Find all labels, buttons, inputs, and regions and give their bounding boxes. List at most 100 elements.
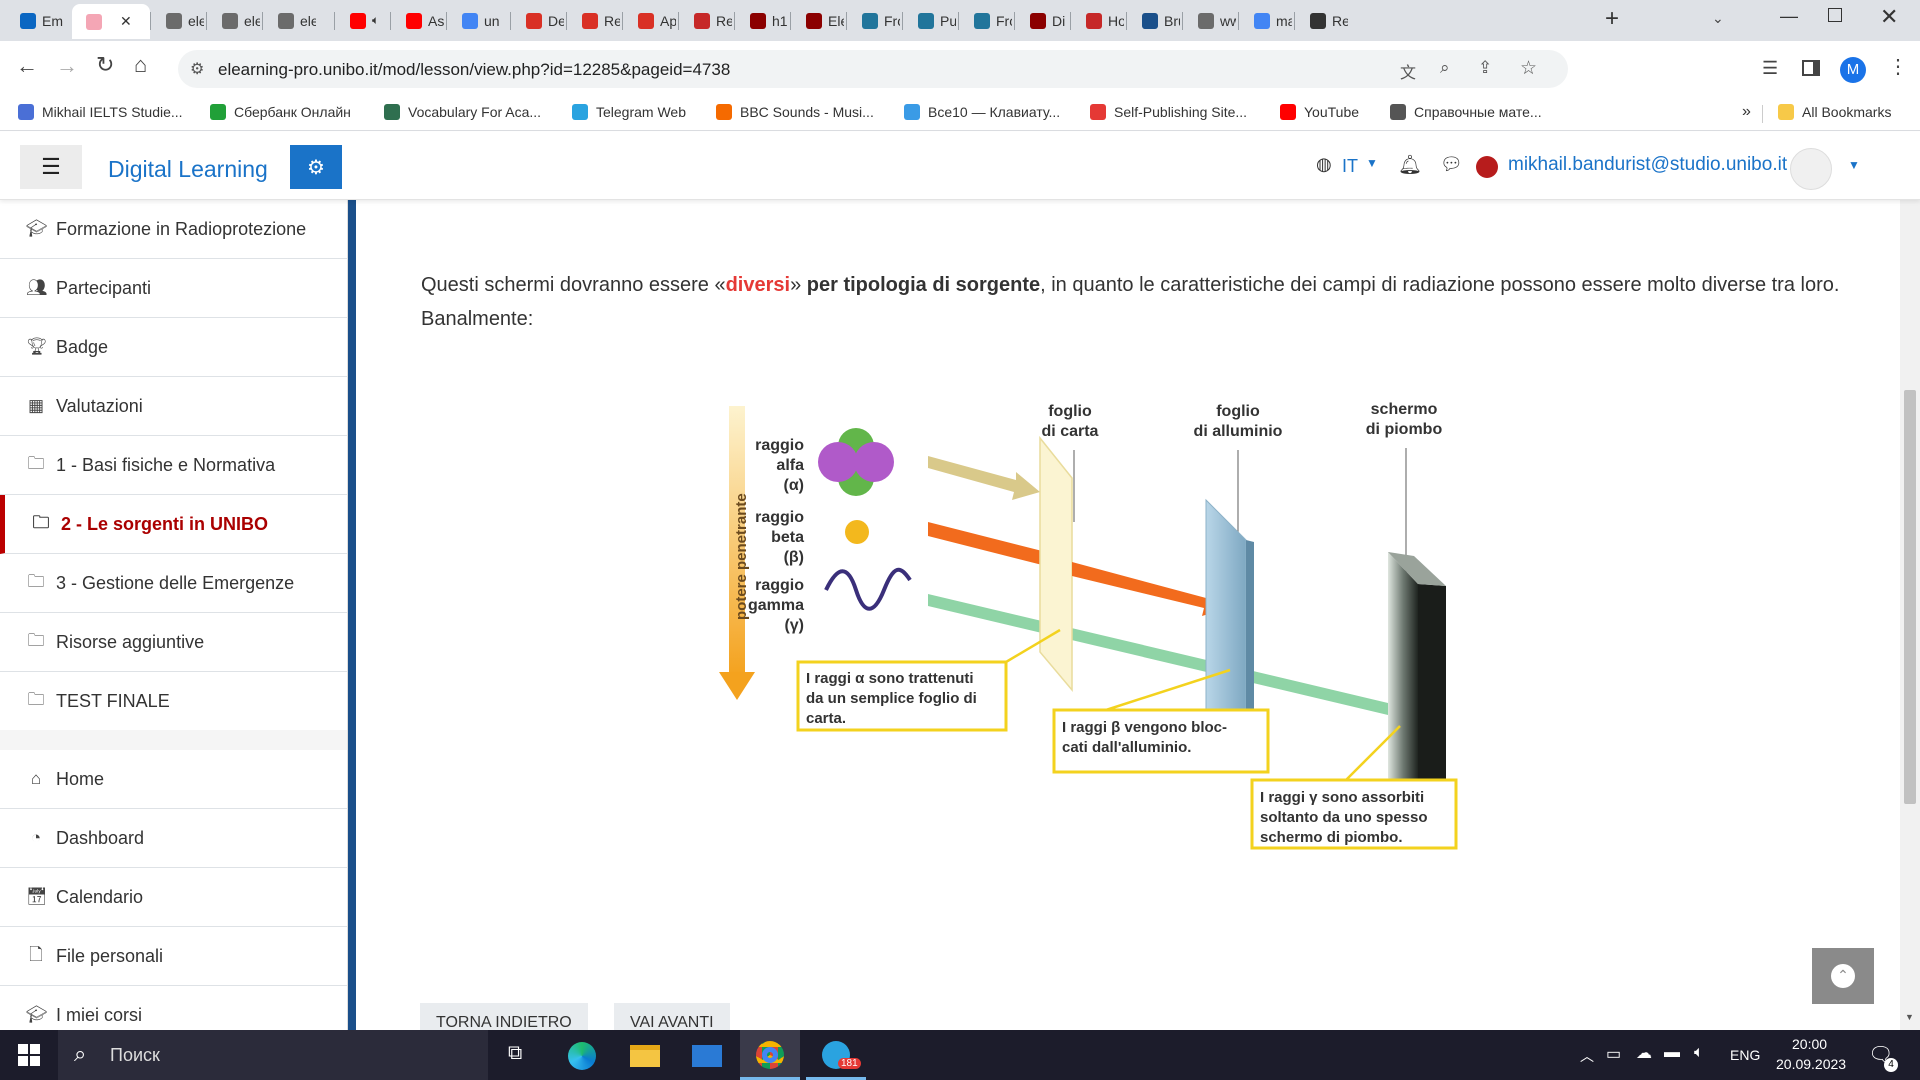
bookmark-item[interactable]: YouTube xyxy=(1280,104,1359,120)
chrome-taskbar-button[interactable] xyxy=(740,1030,800,1080)
site-name-link[interactable]: Digital Learning xyxy=(108,156,268,183)
language-selector[interactable]: IT xyxy=(1342,156,1358,177)
bookmark-item[interactable]: Справочные мате... xyxy=(1390,104,1542,120)
browser-tab[interactable]: ele xyxy=(264,6,316,35)
close-window-icon[interactable]: ✕ xyxy=(1880,4,1898,30)
reading-list-icon[interactable]: ☰ xyxy=(1762,58,1778,79)
onedrive-icon[interactable]: ☁ xyxy=(1636,1043,1652,1063)
bookmark-item[interactable]: Vocabulary For Aca... xyxy=(384,104,541,120)
bookmark-item[interactable]: Telegram Web xyxy=(572,104,686,120)
drawer-toggle-button[interactable]: ☰ xyxy=(20,145,82,189)
user-avatar[interactable] xyxy=(1790,148,1832,190)
browser-tab[interactable]: h1 xyxy=(736,6,788,35)
scrollbar-thumb[interactable] xyxy=(1904,390,1916,804)
sidebar-scrollbar[interactable] xyxy=(348,200,356,1030)
new-tab-button[interactable]: + xyxy=(1600,7,1624,32)
browser-tab[interactable]: Re xyxy=(1296,6,1348,35)
sidebar-item-risorse-aggiuntive[interactable]: 🗀 Risorse aggiuntive xyxy=(0,613,347,672)
browser-tab[interactable]: 🔈︎ xyxy=(336,6,388,35)
sidebar-nav-home[interactable]: ⌂ Home xyxy=(0,750,347,809)
clock-date[interactable]: 20.09.2023 xyxy=(1776,1056,1846,1072)
file-explorer-icon[interactable] xyxy=(630,1045,660,1067)
profile-avatar[interactable]: M xyxy=(1840,57,1866,83)
task-view-icon[interactable]: ⧉ xyxy=(508,1042,522,1065)
sidebar-item-formazione-in-radioprotezione[interactable]: 🎓︎ Formazione in Radioprotezione xyxy=(0,200,347,259)
settings-menu-button[interactable]: ⚙ xyxy=(290,145,342,189)
language-chevron-icon[interactable]: ▼ xyxy=(1366,156,1378,170)
scrollbar-down-icon[interactable]: ▼ xyxy=(1905,1012,1914,1022)
user-menu-chevron-icon[interactable]: ▼ xyxy=(1848,158,1860,172)
share-icon[interactable]: ⇪ xyxy=(1478,58,1492,78)
bookmark-item[interactable]: Mikhail IELTS Studie... xyxy=(18,104,183,120)
bookmark-item[interactable]: BBC Sounds - Musi... xyxy=(716,104,874,120)
messages-icon[interactable]: 💬︎ xyxy=(1440,154,1463,175)
page-scrollbar[interactable]: ▲ ▼ xyxy=(1900,132,1920,1030)
browser-tab[interactable]: As xyxy=(392,6,444,35)
browser-tab[interactable]: Bru xyxy=(1128,6,1180,35)
forward-icon[interactable]: → xyxy=(56,53,78,79)
sidebar-item-2-le-sorgenti-in-unibo[interactable]: 🗀 2 - Le sorgenti in UNIBO xyxy=(0,495,347,554)
sidebar-nav-calendario[interactable]: 📅︎ Calendario xyxy=(0,868,347,927)
windows-start-icon[interactable] xyxy=(18,1044,40,1066)
browser-menu-icon[interactable]: ⋮ xyxy=(1888,54,1908,79)
browser-tab[interactable]: Ele xyxy=(792,6,844,35)
sidebar-item-partecipanti[interactable]: 👥︎ Partecipanti xyxy=(0,259,347,318)
site-info-icon[interactable]: ⚙ xyxy=(190,59,204,79)
bookmark-item[interactable]: Все10 — Клавиату... xyxy=(904,104,1060,120)
telegram-taskbar-button[interactable]: 181 xyxy=(806,1030,866,1080)
browser-tab[interactable]: Pu xyxy=(904,6,956,35)
browser-tab[interactable]: Ap xyxy=(624,6,676,35)
user-email-link[interactable]: mikhail.bandurist@studio.unibo.it xyxy=(1508,154,1787,176)
bookmark-item[interactable]: Self-Publishing Site... xyxy=(1090,104,1247,120)
sidebar-item-badge[interactable]: 🏆︎ Badge xyxy=(0,318,347,377)
sidebar-item-valutazioni[interactable]: ▦ Valutazioni xyxy=(0,377,347,436)
sidebar-item-test-finale[interactable]: 🗀 TEST FINALE xyxy=(0,672,347,731)
active-browser-tab[interactable]: ✕ xyxy=(72,4,150,39)
restore-window-icon[interactable] xyxy=(1828,8,1842,22)
browser-tab[interactable]: Di xyxy=(1016,6,1068,35)
back-to-top-button[interactable]: ⌃ xyxy=(1812,948,1874,1004)
mail-icon[interactable] xyxy=(692,1045,722,1067)
address-bar[interactable]: ⚙ elearning-pro.unibo.it/mod/lesson/view… xyxy=(178,50,1568,88)
browser-tab[interactable]: ma xyxy=(1240,6,1292,35)
sidebar-item-1-basi-fisiche-e-normativa[interactable]: 🗀 1 - Basi fisiche e Normativa xyxy=(0,436,347,495)
clock-time[interactable]: 20:00 xyxy=(1792,1036,1827,1052)
input-language[interactable]: ENG xyxy=(1730,1047,1760,1063)
globe-icon[interactable]: ◍ xyxy=(1316,154,1332,175)
sidebar-item-3-gestione-delle-emergenze[interactable]: 🗀 3 - Gestione delle Emergenze xyxy=(0,554,347,613)
browser-tab[interactable]: De xyxy=(512,6,564,35)
tab-search-icon[interactable]: ⌄ xyxy=(1712,10,1724,27)
zoom-icon[interactable]: ⌕ xyxy=(1440,58,1450,78)
browser-tab[interactable]: ele xyxy=(152,6,204,35)
network-icon[interactable]: ▭ xyxy=(1606,1044,1621,1064)
browser-tab[interactable]: ele xyxy=(208,6,260,35)
tab-audio-icon[interactable]: 🔈︎ xyxy=(372,13,379,28)
edge-icon[interactable] xyxy=(568,1042,596,1070)
sidebar-nav-dashboard[interactable]: ◔ Dashboard xyxy=(0,809,347,868)
home-icon[interactable]: ⌂ xyxy=(134,52,147,78)
back-icon[interactable]: ← xyxy=(16,53,38,79)
volume-icon[interactable]: 🔈︎ xyxy=(1694,1044,1704,1062)
reload-icon[interactable]: ↻ xyxy=(96,52,114,78)
browser-tab[interactable]: un xyxy=(448,6,508,35)
browser-tab[interactable]: Fro xyxy=(848,6,900,35)
browser-tab[interactable]: Re xyxy=(568,6,620,35)
taskbar-search-box[interactable]: ⌕ Поиск xyxy=(58,1030,488,1080)
bookmarks-more-button[interactable]: » xyxy=(1742,103,1751,121)
all-bookmarks-button[interactable]: All Bookmarks xyxy=(1778,104,1891,120)
bookmark-star-icon[interactable]: ☆ xyxy=(1520,57,1537,80)
minimize-window-icon[interactable]: — xyxy=(1780,6,1798,27)
notifications-bell-icon[interactable]: 🔔︎ xyxy=(1398,153,1422,177)
browser-tab[interactable]: Fro xyxy=(960,6,1012,35)
browser-tab[interactable]: ww xyxy=(1184,6,1236,35)
battery-icon[interactable]: ▬ xyxy=(1664,1044,1680,1062)
sidebar-nav-file-personali[interactable]: 🗋 File personali xyxy=(0,927,347,986)
browser-tab[interactable]: Em xyxy=(6,6,66,35)
url-text[interactable]: elearning-pro.unibo.it/mod/lesson/view.p… xyxy=(218,60,730,80)
close-tab-icon[interactable]: ✕ xyxy=(120,13,132,30)
sidebar-nav-i-miei-corsi[interactable]: 🎓︎ I miei corsi xyxy=(0,986,347,1030)
side-panel-icon[interactable] xyxy=(1802,60,1820,76)
browser-tab[interactable]: Re xyxy=(680,6,732,35)
show-hidden-icons-chevron[interactable]: ︿ xyxy=(1580,1046,1594,1066)
translate-icon[interactable]: 文 xyxy=(1400,59,1416,83)
